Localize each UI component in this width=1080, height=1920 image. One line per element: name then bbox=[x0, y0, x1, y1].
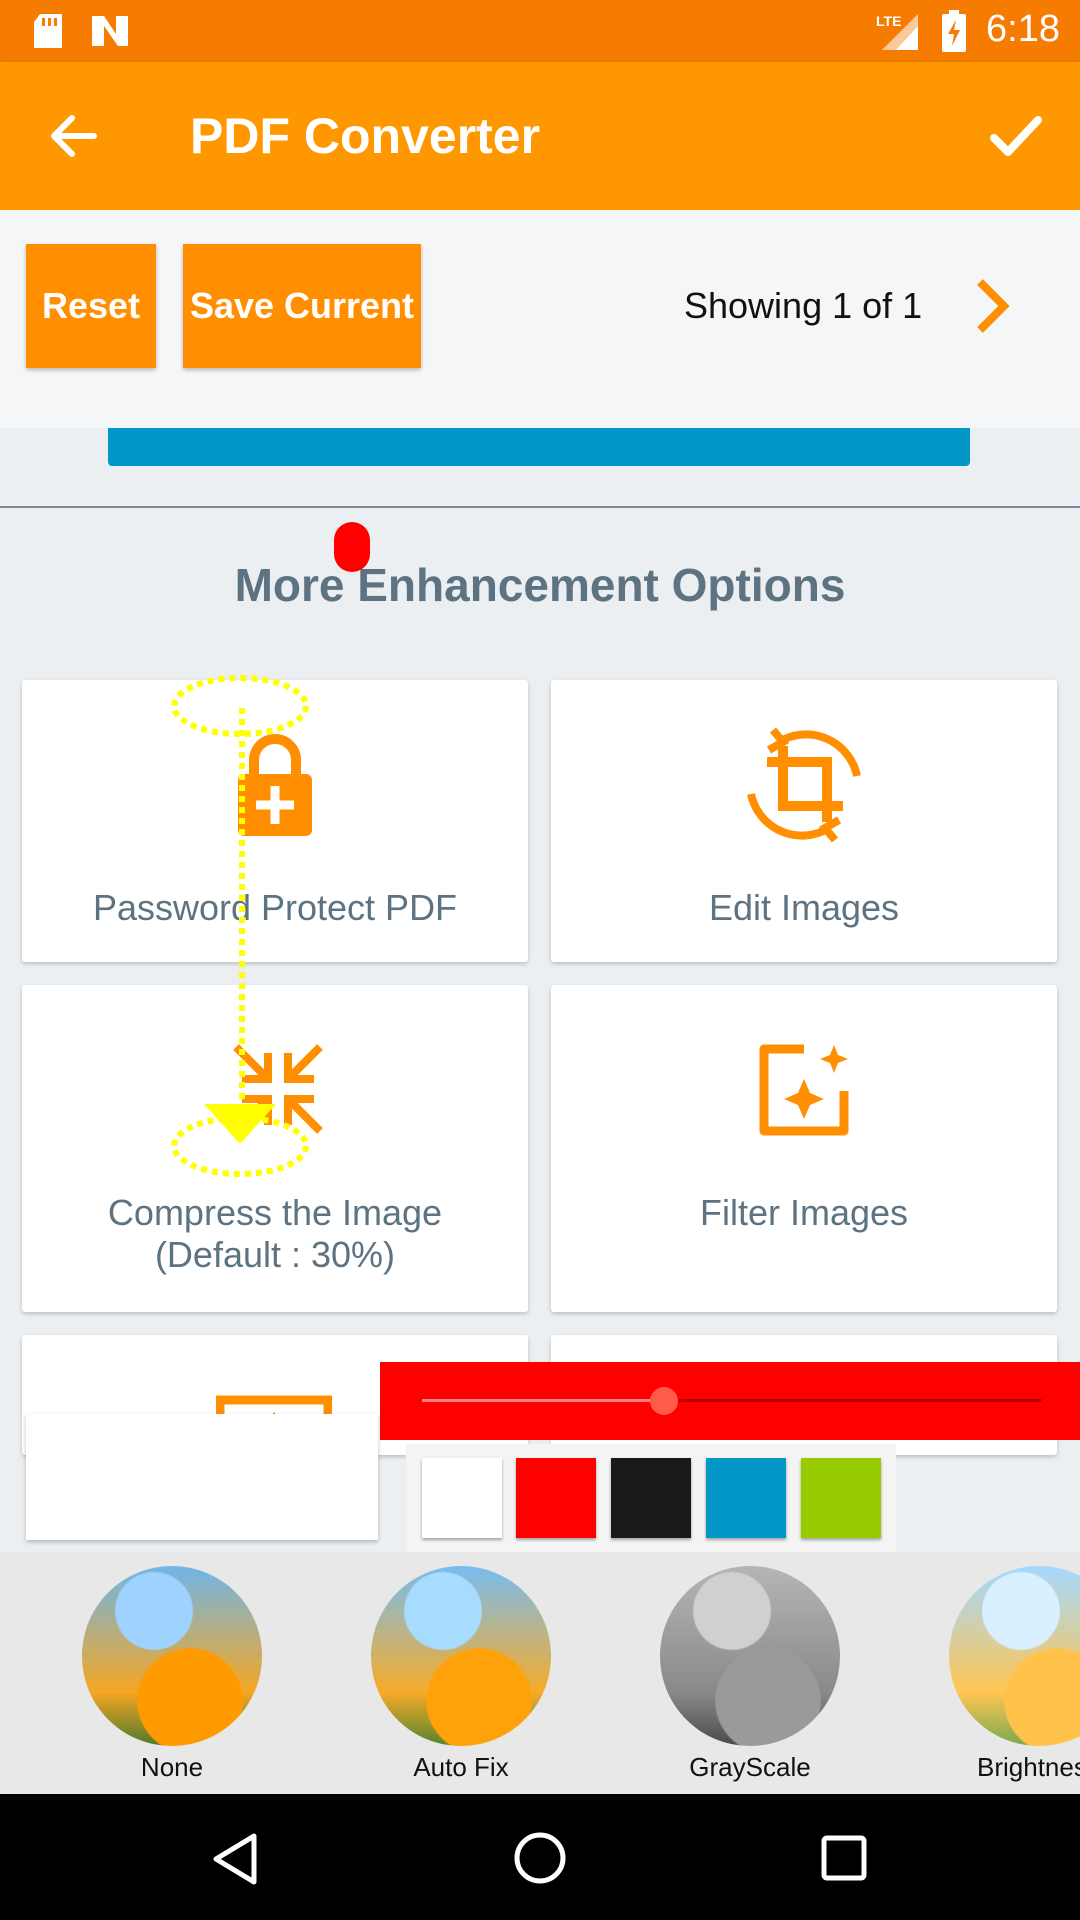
lte-signal-icon: LTE bbox=[876, 13, 918, 50]
checkmark-icon[interactable] bbox=[990, 114, 1042, 158]
gesture-overlay bbox=[171, 522, 370, 1177]
nav-home-icon[interactable] bbox=[512, 1830, 568, 1886]
chevron-right-icon[interactable] bbox=[972, 276, 1012, 336]
filter-thumbnail bbox=[660, 1566, 840, 1746]
divider bbox=[0, 506, 1080, 508]
battery-charging-icon bbox=[942, 10, 966, 52]
card-label: Edit Images bbox=[708, 887, 900, 928]
color-swatch-black[interactable] bbox=[611, 1458, 691, 1538]
filter-item-grayscale[interactable]: GrayScale bbox=[660, 1566, 840, 1783]
status-time: 6:18 bbox=[986, 8, 1060, 50]
arrow-back-icon[interactable] bbox=[48, 114, 98, 158]
system-navigation-bar bbox=[0, 1794, 1080, 1920]
card-label: Filter Images bbox=[699, 1192, 909, 1233]
color-swatch-blue[interactable] bbox=[706, 1458, 786, 1538]
filter-item-auto-fix[interactable]: Auto Fix bbox=[371, 1566, 551, 1783]
filter-images-card[interactable]: Filter Images bbox=[551, 985, 1057, 1312]
color-swatch-white[interactable] bbox=[422, 1458, 502, 1538]
filter-thumbnail bbox=[371, 1566, 551, 1746]
sd-card-icon bbox=[34, 14, 62, 48]
nav-back-icon[interactable] bbox=[210, 1832, 260, 1886]
blue-action-bar[interactable] bbox=[108, 428, 970, 466]
n-notification-icon bbox=[92, 16, 128, 46]
slider-track bbox=[422, 1399, 1042, 1402]
page-indicator: Showing 1 of 1 bbox=[684, 285, 923, 326]
status-bar: LTE 6:18 bbox=[0, 0, 1080, 62]
filter-label: GrayScale bbox=[689, 1752, 811, 1782]
swipe-start-marker bbox=[171, 675, 309, 737]
nav-recents-icon[interactable] bbox=[820, 1834, 868, 1882]
color-swatch-red[interactable] bbox=[516, 1458, 596, 1538]
filter-label: Auto Fix bbox=[413, 1752, 509, 1782]
slider-thumb[interactable] bbox=[649, 1387, 678, 1415]
image-sparkle-icon bbox=[759, 1044, 849, 1136]
card-label-line1: Compress the Image bbox=[107, 1192, 443, 1233]
touch-point bbox=[334, 522, 370, 572]
edit-images-card[interactable]: Edit Images bbox=[551, 680, 1057, 962]
slider-progress bbox=[422, 1399, 664, 1402]
filter-label: Brightness bbox=[977, 1752, 1080, 1782]
filter-strip: None Auto Fix GrayScale Brightness bbox=[0, 1552, 1080, 1794]
preview-box bbox=[26, 1414, 378, 1540]
brush-size-bar bbox=[380, 1362, 1080, 1440]
color-palette bbox=[406, 1444, 896, 1552]
filter-item-brightness[interactable]: Brightness bbox=[949, 1566, 1080, 1783]
toolbar-title: PDF Converter bbox=[190, 108, 541, 164]
page-controls: Reset Save Current Showing 1 of 1 bbox=[0, 210, 1080, 428]
app-toolbar: PDF Converter bbox=[0, 62, 1080, 210]
filter-label: None bbox=[140, 1752, 204, 1782]
reset-button[interactable]: Reset bbox=[26, 244, 156, 368]
filter-thumbnail bbox=[82, 1566, 262, 1746]
filter-item-none[interactable]: None bbox=[82, 1566, 262, 1783]
save-current-button[interactable]: Save Current bbox=[183, 244, 421, 368]
filter-thumbnail bbox=[949, 1566, 1080, 1746]
svg-text:LTE: LTE bbox=[876, 13, 901, 29]
crop-rotate-icon bbox=[747, 727, 861, 843]
card-label-line2: (Default : 30%) bbox=[154, 1234, 396, 1275]
swipe-arrowhead bbox=[204, 1104, 276, 1144]
section-heading: More Enhancement Options bbox=[234, 559, 846, 611]
color-swatch-green[interactable] bbox=[801, 1458, 881, 1538]
